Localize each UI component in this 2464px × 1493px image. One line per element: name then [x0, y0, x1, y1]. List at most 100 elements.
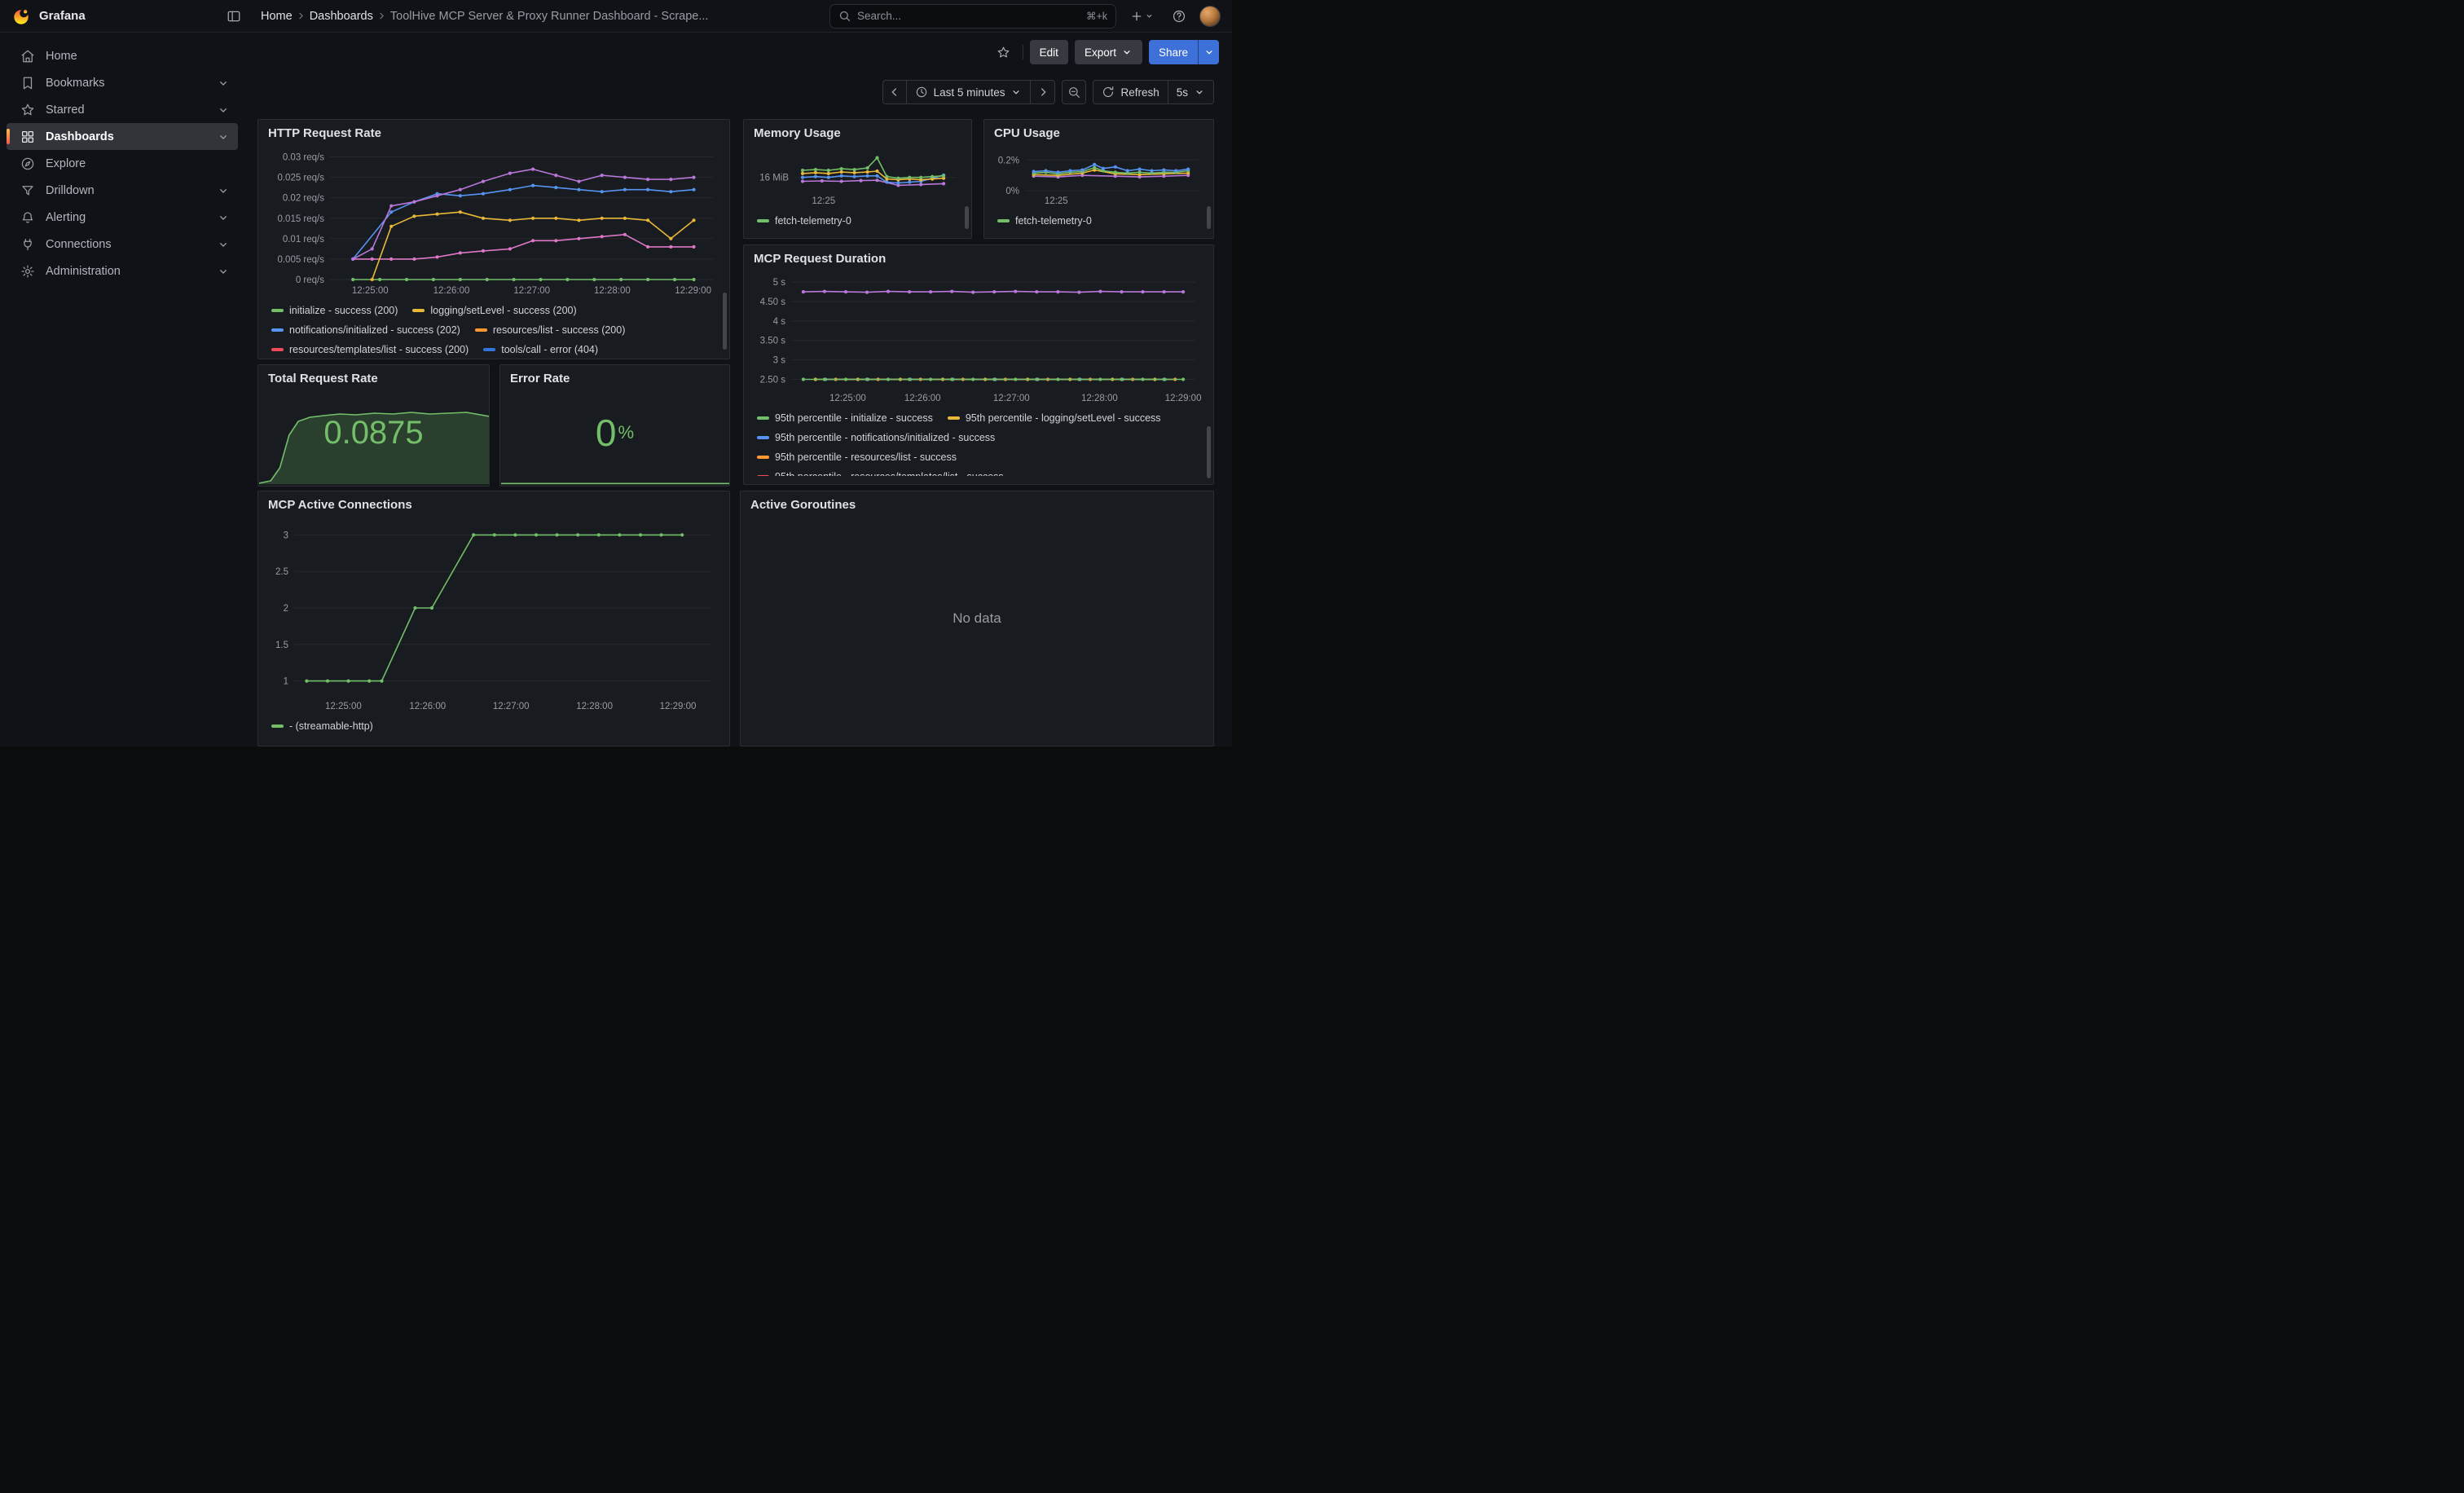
chevron-down-icon — [1194, 86, 1205, 98]
legend-item[interactable]: fetch-telemetry-0 — [997, 213, 1092, 228]
legend-color-marker — [271, 348, 284, 351]
legend-scrollbar[interactable] — [965, 206, 969, 229]
panel-title[interactable]: HTTP Request Rate — [268, 126, 381, 140]
share-button[interactable]: Share — [1149, 40, 1219, 64]
panel-title[interactable]: Memory Usage — [754, 126, 841, 140]
export-button[interactable]: Export — [1075, 40, 1142, 64]
legend-item[interactable]: logging/setLevel - success (200) — [412, 302, 576, 318]
legend-item[interactable]: - (streamable-http) — [271, 718, 373, 733]
legend-scrollbar[interactable] — [1207, 206, 1211, 229]
legend-scrollbar[interactable] — [723, 293, 727, 350]
time-shift-back-button[interactable] — [882, 80, 907, 104]
grafana-app: Grafana Home Dashboards ToolHive MCP Ser… — [0, 0, 1232, 746]
time-range-group: Last 5 minutes — [882, 80, 1056, 104]
refresh-button[interactable]: Refresh — [1093, 80, 1168, 104]
chevron-down-icon[interactable] — [217, 130, 230, 143]
sidebar-item-starred[interactable]: Starred — [7, 96, 238, 123]
sidebar-item-home[interactable]: Home — [7, 42, 238, 69]
chevron-down-icon[interactable] — [217, 77, 230, 90]
sidebar-item-administration[interactable]: Administration — [7, 258, 238, 284]
legend-label: - (streamable-http) — [289, 720, 373, 732]
sidebar-item-explore[interactable]: Explore — [7, 150, 238, 177]
nav-left: Grafana — [11, 4, 246, 29]
legend-item[interactable]: 95th percentile - resources/list - succe… — [757, 449, 957, 465]
legend-label: tools/call - error (404) — [501, 344, 598, 355]
svg-text:12:25:00: 12:25:00 — [352, 286, 389, 296]
dashboard-actions: Edit Export Share — [992, 40, 1219, 64]
share-label[interactable]: Share — [1149, 40, 1198, 64]
sidebar-item-dashboards[interactable]: Dashboards — [7, 123, 238, 150]
svg-text:12:29:00: 12:29:00 — [675, 286, 711, 296]
zoom-out-button[interactable] — [1062, 80, 1086, 104]
legend-item[interactable]: resources/templates/list - success (200) — [271, 341, 469, 357]
dock-sidebar-icon[interactable] — [222, 4, 246, 29]
legend-item[interactable]: tools/call - error (404) — [483, 341, 598, 357]
legend-label: 95th percentile - notifications/initiali… — [775, 432, 995, 443]
legend-item[interactable]: notifications/initialized - success (202… — [271, 322, 460, 337]
svg-text:2.50 s: 2.50 s — [760, 376, 786, 385]
legend-item[interactable]: 95th percentile - logging/setLevel - suc… — [948, 410, 1161, 425]
breadcrumb-dashboards[interactable]: Dashboards — [310, 10, 373, 23]
sidebar-item-alerting[interactable]: Alerting — [7, 204, 238, 231]
export-label: Export — [1085, 46, 1116, 59]
mcp-active-connections-chart[interactable]: 11.522.5312:25:0012:26:0012:27:0012:28:0… — [268, 514, 721, 713]
panel-cpu-usage: CPU Usage 0.2%0%12:25 fetch-telemetry-0 — [983, 119, 1214, 239]
sidebar-item-label: Administration — [46, 265, 121, 278]
chevron-down-icon[interactable] — [217, 184, 230, 197]
panel-title[interactable]: MCP Active Connections — [268, 498, 412, 512]
search-bar[interactable]: ⌘+k — [829, 4, 1116, 29]
time-range-picker-button[interactable]: Last 5 minutes — [907, 80, 1032, 104]
legend-item[interactable]: fetch-telemetry-0 — [757, 213, 851, 228]
sidebar-item-drilldown[interactable]: Drilldown — [7, 177, 238, 204]
sidebar-item-label: Explore — [46, 157, 86, 170]
http-request-rate-chart[interactable]: 0 req/s0.005 req/s0.01 req/s0.015 req/s0… — [268, 143, 721, 297]
sidebar-item-bookmarks[interactable]: Bookmarks — [7, 69, 238, 96]
zoom-group — [1062, 80, 1086, 104]
chevron-down-icon — [1145, 11, 1154, 20]
user-avatar[interactable] — [1199, 6, 1221, 27]
chevron-down-icon[interactable] — [217, 103, 230, 117]
search-input[interactable] — [857, 10, 1080, 22]
legend-item[interactable]: 95th percentile - resources/templates/li… — [757, 469, 1004, 476]
legend-color-marker — [997, 219, 1010, 222]
svg-text:12:26:00: 12:26:00 — [433, 286, 470, 296]
chevron-down-icon[interactable] — [217, 265, 230, 278]
legend-label: 95th percentile - logging/setLevel - suc… — [966, 412, 1161, 424]
sidebar-item-connections[interactable]: Connections — [7, 231, 238, 258]
time-shift-forward-button[interactable] — [1031, 80, 1055, 104]
panel-memory-usage: Memory Usage 16 MiB12:25 fetch-telemetry… — [743, 119, 972, 239]
refresh-group: Refresh 5s — [1093, 80, 1214, 104]
legend-label: fetch-telemetry-0 — [775, 215, 851, 227]
edit-button[interactable]: Edit — [1030, 40, 1068, 64]
svg-text:3: 3 — [284, 531, 288, 540]
chevron-down-icon[interactable] — [217, 211, 230, 224]
chart-legend: initialize - success (200) logging/setLev… — [268, 300, 719, 359]
svg-text:3 s: 3 s — [773, 356, 786, 366]
legend-color-marker — [483, 348, 495, 351]
add-new-button[interactable] — [1124, 4, 1159, 29]
legend-item[interactable]: resources/list - success (200) — [475, 322, 626, 337]
panel-title[interactable]: CPU Usage — [994, 126, 1060, 140]
time-range-label: Last 5 minutes — [934, 86, 1005, 99]
svg-text:12:25: 12:25 — [812, 196, 835, 206]
refresh-interval-button[interactable]: 5s — [1168, 80, 1214, 104]
chevron-down-icon[interactable] — [217, 238, 230, 251]
memory-usage-chart[interactable]: 16 MiB12:25 — [754, 143, 963, 208]
favorite-star-button[interactable] — [992, 40, 1016, 64]
legend-color-marker — [757, 475, 769, 477]
legend-item[interactable]: 95th percentile - notifications/initiali… — [757, 429, 995, 445]
zoom-out-icon — [1067, 86, 1080, 99]
legend-scrollbar[interactable] — [1207, 426, 1211, 478]
legend-item[interactable]: initialize - success (200) — [271, 302, 398, 318]
legend-label: resources/list - success (200) — [493, 324, 626, 336]
compass-icon — [20, 156, 35, 171]
mcp-request-duration-chart[interactable]: 5 s4.50 s4 s3.50 s3 s2.50 s12:25:0012:26… — [754, 268, 1205, 405]
legend-item[interactable]: 95th percentile - initialize - success — [757, 410, 933, 425]
breadcrumb-home[interactable]: Home — [261, 10, 293, 23]
share-menu-caret[interactable] — [1198, 40, 1219, 64]
grafana-logo-icon[interactable] — [11, 7, 31, 26]
plug-icon — [20, 237, 35, 252]
cpu-usage-chart[interactable]: 0.2%0%12:25 — [994, 143, 1205, 208]
panel-title[interactable]: MCP Request Duration — [754, 252, 886, 266]
help-button[interactable] — [1167, 4, 1191, 29]
